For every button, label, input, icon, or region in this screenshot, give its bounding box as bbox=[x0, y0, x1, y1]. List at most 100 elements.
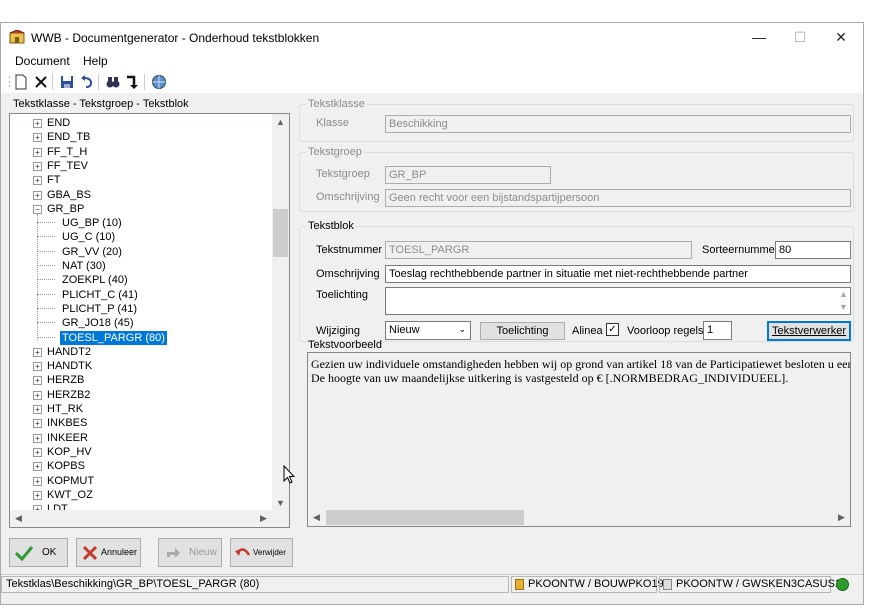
nieuw-button[interactable]: Nieuw bbox=[158, 538, 222, 567]
preview-horizontal-scrollbar[interactable]: ◀ ▶ bbox=[308, 509, 850, 526]
expand-icon[interactable]: + bbox=[33, 190, 42, 200]
title-bar: WWB - Documentgenerator - Onderhoud teks… bbox=[1, 23, 863, 51]
annuleer-button[interactable]: Annuleer bbox=[76, 538, 141, 567]
alinea-checkbox[interactable]: ✓ bbox=[606, 323, 619, 336]
expand-icon[interactable]: + bbox=[33, 433, 42, 443]
expand-icon[interactable]: + bbox=[33, 147, 42, 157]
status-database-1-label: PKOONTW / BOUWPKO19 bbox=[528, 578, 664, 590]
tekstblok-omschrijving-input[interactable]: Toeslag rechthebbende partner in situati… bbox=[385, 265, 851, 283]
toelichting-input[interactable] bbox=[385, 287, 851, 315]
tree-item-label: END bbox=[47, 117, 71, 129]
tree-horizontal-scrollbar[interactable]: ◀ ▶ bbox=[10, 510, 289, 527]
status-path: Tekstklas\Beschikking\GR_BP\TOESL_PARGR … bbox=[1, 576, 509, 593]
tree-item-label: ZOEKPL (40) bbox=[62, 274, 128, 287]
tekstgroep-label: Tekstgroep bbox=[316, 168, 370, 180]
sorteernummer-label: Sorteernummer bbox=[702, 244, 779, 256]
verwijder-button[interactable]: Verwijder bbox=[230, 538, 293, 567]
tree-header: Tekstklasse - Tekstgroep - Tekstblok bbox=[13, 98, 189, 110]
tree-item-label: PLICHT_P (41) bbox=[62, 302, 137, 315]
expand-icon[interactable]: + bbox=[33, 419, 42, 429]
expand-icon[interactable]: + bbox=[33, 376, 42, 386]
close-button[interactable]: ✕ bbox=[821, 27, 861, 47]
checkmark-icon bbox=[15, 546, 33, 561]
new-document-icon[interactable] bbox=[13, 74, 29, 90]
expand-icon[interactable]: + bbox=[33, 476, 42, 486]
scroll-thumb[interactable] bbox=[326, 510, 524, 525]
database-globe-icon[interactable] bbox=[151, 74, 167, 90]
sorteernummer-input[interactable]: 80 bbox=[775, 241, 851, 259]
tekstnummer-label: Tekstnummer bbox=[316, 244, 383, 256]
find-icon[interactable] bbox=[105, 74, 121, 90]
scroll-thumb[interactable] bbox=[273, 209, 288, 257]
window-title: WWB - Documentgenerator - Onderhoud teks… bbox=[31, 31, 320, 45]
tree-connector bbox=[37, 265, 55, 266]
tree-item-label: GBA_BS bbox=[47, 188, 92, 201]
expand-icon[interactable]: + bbox=[33, 405, 42, 414]
expand-icon[interactable]: + bbox=[33, 390, 42, 400]
scroll-left-icon[interactable]: ◀ bbox=[308, 512, 325, 523]
menu-help[interactable]: Help bbox=[83, 54, 108, 68]
tree-item-label: GR_BP bbox=[47, 202, 85, 215]
scroll-up-icon[interactable]: ▲ bbox=[272, 117, 289, 127]
tree-connector bbox=[37, 322, 55, 324]
expand-icon[interactable]: + bbox=[33, 490, 42, 500]
scroll-right-icon[interactable]: ▶ bbox=[833, 512, 850, 523]
alinea-label: Alinea bbox=[572, 325, 603, 337]
expand-icon[interactable]: + bbox=[33, 119, 42, 128]
wijziging-value: Nieuw bbox=[389, 324, 420, 336]
status-database-2: PKOONTW / GWSKEN3CASUS19 bbox=[659, 576, 847, 593]
menu-document[interactable]: Document bbox=[15, 54, 70, 68]
minimize-button[interactable]: — bbox=[739, 27, 779, 47]
scroll-right-icon[interactable]: ▶ bbox=[255, 513, 272, 524]
save-icon[interactable] bbox=[59, 74, 75, 90]
maximize-button[interactable]: ☐ bbox=[780, 27, 820, 47]
nieuw-button-label: Nieuw bbox=[189, 547, 217, 558]
tree-vertical-scrollbar[interactable]: ▲ ▼ bbox=[272, 114, 289, 511]
new-arrow-icon bbox=[167, 548, 180, 558]
scroll-left-icon[interactable]: ◀ bbox=[10, 513, 27, 524]
database-icon bbox=[663, 579, 672, 590]
ok-button-label: OK bbox=[42, 547, 57, 558]
wijziging-select[interactable]: Nieuw ⌄ bbox=[385, 321, 471, 340]
tekstverwerker-button[interactable]: Tekstverwerker bbox=[767, 321, 851, 341]
tekstklasse-group: Tekstklasse Klasse Beschikking bbox=[299, 98, 854, 142]
scroll-down-icon[interactable]: ▼ bbox=[272, 498, 289, 508]
expand-icon[interactable]: + bbox=[33, 133, 42, 143]
tekstblok-omschrijving-label: Omschrijving bbox=[316, 268, 380, 280]
toelichting-button[interactable]: Toelichting bbox=[480, 322, 565, 340]
tekstblok-group: Tekstblok Tekstnummer TOESL_PARGR Sortee… bbox=[299, 220, 854, 342]
delete-icon[interactable] bbox=[33, 74, 49, 90]
expand-icon[interactable]: + bbox=[33, 161, 42, 171]
tree-connector bbox=[37, 236, 55, 238]
tree-connector bbox=[37, 293, 55, 295]
expand-icon[interactable]: + bbox=[33, 176, 42, 186]
tekstnummer-field: TOESL_PARGR bbox=[385, 241, 692, 259]
goto-icon[interactable] bbox=[125, 74, 141, 90]
status-database-1: PKOONTW / BOUWPKO19 bbox=[511, 576, 664, 593]
expand-icon[interactable]: + bbox=[33, 362, 42, 372]
tree-item-label: HANDTK bbox=[47, 360, 93, 373]
status-database-2-label: PKOONTW / GWSKEN3CASUS19 bbox=[676, 578, 848, 590]
tree-item-label: TOESL_PARGR (80) bbox=[60, 330, 167, 345]
chevron-down-icon: ⌄ bbox=[458, 324, 466, 334]
tree-connector bbox=[37, 222, 55, 224]
tree-item-label: INKBES bbox=[47, 417, 88, 430]
toelichting-scroll-up-icon[interactable]: ▲ bbox=[839, 289, 848, 299]
undo-icon[interactable] bbox=[79, 74, 95, 90]
tree-view[interactable]: + END + END_TB + FF_T_H + FF_TEV + FT + GBA_BS − GR_B… bbox=[9, 113, 290, 528]
expand-icon[interactable]: + bbox=[33, 462, 42, 472]
expand-icon[interactable]: + bbox=[33, 447, 42, 457]
tree-item-label: FT bbox=[47, 174, 61, 187]
toolbar-separator bbox=[98, 74, 100, 90]
toelichting-scroll-down-icon[interactable]: ▼ bbox=[839, 302, 848, 312]
tree-connector bbox=[37, 307, 55, 309]
collapse-icon[interactable]: − bbox=[33, 204, 42, 214]
tree-item-label: INKEER bbox=[47, 431, 88, 444]
tree-item-label: UG_BP (10) bbox=[62, 217, 122, 230]
connection-status-icon bbox=[836, 578, 849, 591]
tree-item-label: HT_RK bbox=[47, 403, 84, 415]
expand-icon[interactable]: + bbox=[33, 347, 42, 357]
voorloop-regels-input[interactable]: 1 bbox=[703, 321, 732, 340]
menu-bar: Document Help bbox=[1, 51, 863, 71]
ok-button[interactable]: OK bbox=[9, 538, 68, 567]
